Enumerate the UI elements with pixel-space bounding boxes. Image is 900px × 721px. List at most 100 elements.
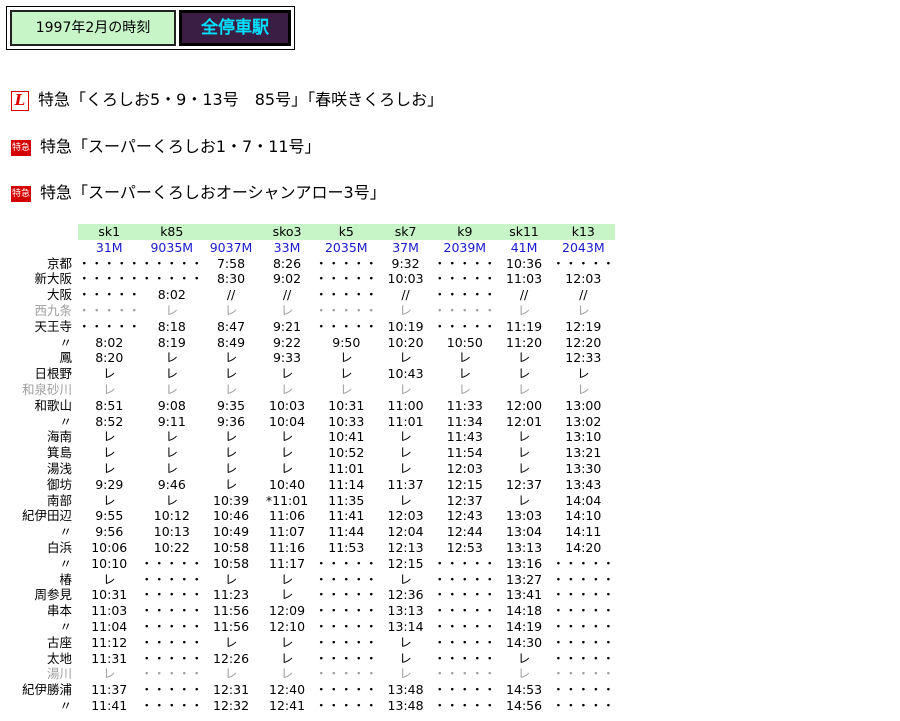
time-cell: 13:48 bbox=[387, 682, 424, 698]
time-cell: 11:16 bbox=[269, 539, 306, 555]
train-number[interactable]: 41M bbox=[496, 240, 552, 256]
time-cell: レ bbox=[280, 666, 294, 682]
time-cell: レ bbox=[165, 445, 179, 461]
time-cell: レ bbox=[517, 302, 531, 318]
station-name: 〃 bbox=[59, 618, 72, 634]
time-cell: 12:44 bbox=[446, 524, 483, 540]
time-cell: ・・・・・ bbox=[552, 666, 615, 682]
time-cell: レ bbox=[165, 460, 179, 476]
time-cell: 12:19 bbox=[565, 318, 602, 334]
service-label: 特急「くろしお5・9・13号 85号」「春咲きくろしお」 bbox=[38, 90, 444, 109]
time-cell: 10:46 bbox=[213, 508, 250, 524]
time-cell: レ bbox=[458, 366, 472, 382]
time-cell: 12:43 bbox=[446, 508, 483, 524]
time-cell: 10:41 bbox=[328, 429, 365, 445]
station-name: 湯川 bbox=[46, 666, 72, 682]
time-cell: 8:20 bbox=[95, 350, 124, 366]
time-cell: 9:22 bbox=[272, 334, 302, 350]
time-cell: 11:23 bbox=[213, 587, 250, 603]
train-number[interactable]: 9035M bbox=[141, 240, 204, 256]
header-box: 1997年2月の時刻 全停車駅 bbox=[6, 6, 295, 50]
time-cell: ・・・・・ bbox=[433, 555, 497, 571]
period-link[interactable]: 1997年2月の時刻 bbox=[10, 10, 176, 46]
time-cell: 13:21 bbox=[565, 445, 602, 461]
time-cell: 9:46 bbox=[157, 476, 186, 492]
time-cell: ・・・・・ bbox=[315, 255, 378, 271]
time-cell: ・・・・・ bbox=[433, 255, 497, 271]
time-cell: レ bbox=[165, 302, 179, 318]
time-cell: レ bbox=[280, 366, 294, 382]
time-cell: ・・・・・ bbox=[433, 603, 497, 619]
time-cell: レ bbox=[224, 302, 238, 318]
tokkyu-icon: 特急 bbox=[11, 139, 31, 156]
time-cell: 13:13 bbox=[506, 539, 543, 555]
time-cell: ・・・・・ bbox=[315, 302, 378, 318]
time-cell: 9:02 bbox=[272, 271, 302, 287]
time-cell: レ bbox=[165, 492, 179, 508]
table-row: 椿 レ ・・・・・ レ レ ・・・・・ レ ・・・・・ 13:27 ・・・・・ bbox=[6, 572, 614, 588]
time-cell: ・・・・・ bbox=[433, 666, 497, 682]
time-cell: 8:19 bbox=[157, 334, 186, 350]
time-cell: 13:14 bbox=[387, 618, 424, 634]
table-row: 白浜 10:06 10:22 10:58 11:16 11:53 12:13 12:53 13:… bbox=[6, 540, 615, 556]
time-cell: レ bbox=[399, 445, 412, 461]
time-cell: 8:47 bbox=[216, 318, 246, 334]
table-row: 湯浅 レ レ レ レ 11:01 レ 12:03 レ 13:30 bbox=[6, 461, 615, 477]
table-row: 〃 8:02 8:19 8:49 9:22 9:50 10:20 10:50 11:20 12:2… bbox=[6, 335, 615, 351]
train-name: k85 bbox=[140, 224, 204, 240]
train-number[interactable]: 31M bbox=[78, 240, 141, 256]
time-cell: *11:01 bbox=[265, 492, 309, 508]
train-number[interactable]: 2039M bbox=[434, 240, 497, 256]
time-cell: 12:26 bbox=[213, 650, 250, 666]
station-name: 〃 bbox=[59, 524, 72, 540]
timetable: sk1 k85 sko3 k5 sk7 k9 sk11 k13 31M 9035M 9037M 33… bbox=[6, 224, 615, 714]
time-cell: ・・・・・ bbox=[315, 697, 378, 713]
table-row: 串本 11:03 ・・・・・ 11:56 12:09 ・・・・・ 13:13 ・・・・・ 14:… bbox=[6, 603, 615, 619]
train-number[interactable]: 2035M bbox=[315, 240, 378, 256]
time-cell: ・・・・・ bbox=[140, 555, 204, 571]
station-name: 海南 bbox=[46, 429, 72, 445]
time-cell: レ bbox=[224, 445, 238, 461]
station-name: 紀伊勝浦 bbox=[21, 682, 72, 698]
train-number[interactable]: 37M bbox=[378, 240, 434, 256]
time-cell: 8:26 bbox=[272, 255, 302, 271]
train-name: k13 bbox=[552, 224, 615, 240]
time-cell: 13:30 bbox=[565, 460, 602, 476]
time-cell: 13:48 bbox=[387, 697, 424, 713]
time-cell: レ bbox=[517, 445, 531, 461]
station-name: 京都 bbox=[46, 255, 72, 271]
time-cell: 11:43 bbox=[446, 429, 483, 445]
time-cell: レ bbox=[340, 350, 353, 366]
category-link[interactable]: 全停車駅 bbox=[179, 10, 291, 46]
time-cell: レ bbox=[224, 350, 238, 366]
time-cell: 8:18 bbox=[157, 318, 186, 334]
train-number[interactable]: 9037M bbox=[203, 240, 259, 256]
time-cell: 11:03 bbox=[506, 271, 543, 287]
train-number[interactable]: 33M bbox=[259, 240, 315, 256]
station-name: 和歌山 bbox=[34, 397, 72, 413]
time-cell: ・・・・・ bbox=[552, 255, 615, 271]
time-cell: 11:37 bbox=[387, 476, 424, 492]
timetable-body: 京都 ・・・・・ ・・・・・ 7:58 8:26 ・・・・・ 9:32 ・・・・・ 10:36 ・… bbox=[6, 256, 615, 714]
time-cell: レ bbox=[280, 650, 294, 666]
time-cell: レ bbox=[224, 429, 238, 445]
station-name: 大阪 bbox=[46, 287, 72, 303]
table-row: 〃 11:04 ・・・・・ 11:56 12:10 ・・・・・ 13:14 ・・・・・ 14:1… bbox=[6, 618, 614, 635]
table-row: 鳳 8:20 レ レ 9:33 レ レ レ レ 12:33 bbox=[6, 350, 615, 366]
time-cell: 10:13 bbox=[153, 524, 190, 540]
time-cell: 10:03 bbox=[269, 397, 306, 413]
time-cell: レ bbox=[399, 492, 412, 508]
station-name: 和泉砂川 bbox=[21, 381, 72, 397]
time-cell: ・・・・・ bbox=[315, 650, 378, 666]
train-number[interactable]: 2043M bbox=[552, 240, 615, 256]
time-cell: 11:53 bbox=[328, 539, 365, 555]
time-cell: レ bbox=[399, 460, 412, 476]
time-cell: 12:15 bbox=[387, 555, 424, 571]
time-cell: ・・・・・ bbox=[315, 603, 378, 619]
time-cell: ・・・・・ bbox=[552, 682, 615, 698]
time-cell: レ bbox=[517, 460, 531, 476]
time-cell: 11:14 bbox=[328, 476, 365, 492]
time-cell: レ bbox=[577, 381, 590, 397]
time-cell: 13:41 bbox=[506, 587, 543, 603]
time-cell: ・・・・・ bbox=[433, 287, 497, 303]
